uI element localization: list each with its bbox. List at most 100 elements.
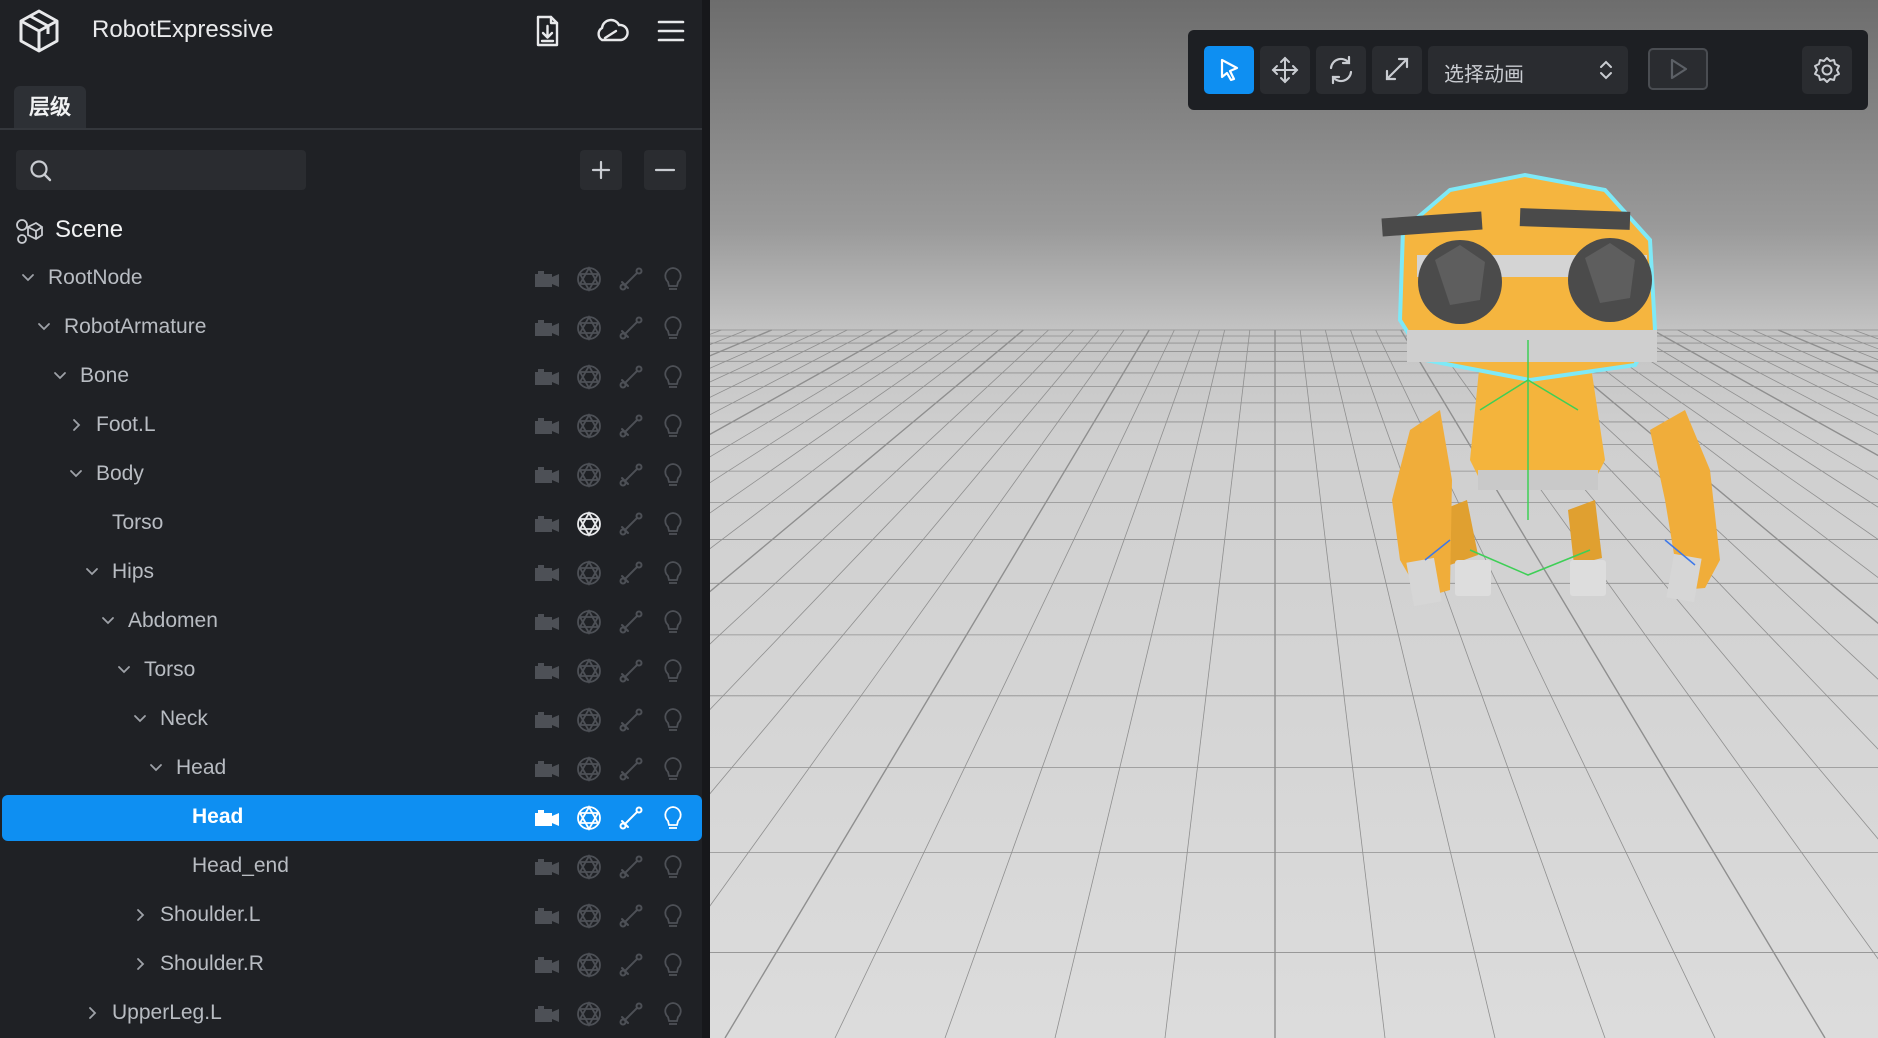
chevron-down-icon[interactable] — [82, 562, 102, 582]
settings-button[interactable] — [1802, 46, 1852, 94]
move-tool-button[interactable] — [1260, 46, 1310, 94]
tree-row[interactable]: Head — [2, 795, 702, 841]
chevron-down-icon[interactable] — [34, 317, 54, 337]
tab-hierarchy[interactable]: 层级 — [14, 86, 86, 128]
bone-icon[interactable] — [616, 951, 646, 979]
tree-row[interactable]: RobotArmature — [2, 305, 702, 351]
light-bulb-icon[interactable] — [658, 461, 688, 489]
bone-icon[interactable] — [616, 902, 646, 930]
bone-icon[interactable] — [616, 461, 646, 489]
mesh-icon[interactable] — [574, 608, 604, 636]
bone-icon[interactable] — [616, 608, 646, 636]
scale-tool-button[interactable] — [1372, 46, 1422, 94]
search-box[interactable] — [16, 150, 306, 190]
3d-viewport[interactable]: 选择动画 — [710, 0, 1878, 1038]
add-node-button[interactable] — [580, 150, 622, 190]
menu-icon[interactable] — [652, 12, 690, 50]
mesh-icon[interactable] — [574, 412, 604, 440]
camera-icon[interactable] — [532, 1000, 562, 1028]
cloud-icon[interactable] — [592, 12, 630, 50]
panel-divider[interactable] — [702, 0, 710, 1038]
play-animation-button[interactable] — [1648, 48, 1708, 90]
camera-icon[interactable] — [532, 314, 562, 342]
select-tool-button[interactable] — [1204, 46, 1254, 94]
chevron-down-icon[interactable] — [114, 660, 134, 680]
tree-row[interactable]: Shoulder.R — [2, 942, 702, 988]
tree-row[interactable]: Head — [2, 746, 702, 792]
bone-icon[interactable] — [616, 755, 646, 783]
light-bulb-icon[interactable] — [658, 706, 688, 734]
camera-icon[interactable] — [532, 608, 562, 636]
mesh-icon[interactable] — [574, 706, 604, 734]
mesh-icon[interactable] — [574, 314, 604, 342]
camera-icon[interactable] — [532, 657, 562, 685]
mesh-icon[interactable] — [574, 902, 604, 930]
tree-row[interactable]: Hips — [2, 550, 702, 596]
light-bulb-icon[interactable] — [658, 755, 688, 783]
tree-row[interactable]: Shoulder.L — [2, 893, 702, 939]
light-bulb-icon[interactable] — [658, 314, 688, 342]
light-bulb-icon[interactable] — [658, 363, 688, 391]
chevron-down-icon[interactable] — [146, 758, 166, 778]
camera-icon[interactable] — [532, 902, 562, 930]
mesh-icon[interactable] — [574, 1000, 604, 1028]
light-bulb-icon[interactable] — [658, 608, 688, 636]
export-file-icon[interactable] — [528, 12, 566, 50]
camera-icon[interactable] — [532, 853, 562, 881]
scene-root[interactable]: Scene — [0, 212, 702, 252]
light-bulb-icon[interactable] — [658, 265, 688, 293]
mesh-icon[interactable] — [574, 363, 604, 391]
mesh-icon[interactable] — [574, 510, 604, 538]
bone-icon[interactable] — [616, 706, 646, 734]
tree-row[interactable]: Neck — [2, 697, 702, 743]
light-bulb-icon[interactable] — [658, 853, 688, 881]
camera-icon[interactable] — [532, 559, 562, 587]
light-bulb-icon[interactable] — [658, 951, 688, 979]
bone-icon[interactable] — [616, 314, 646, 342]
camera-icon[interactable] — [532, 412, 562, 440]
camera-icon[interactable] — [532, 951, 562, 979]
light-bulb-icon[interactable] — [658, 412, 688, 440]
light-bulb-icon[interactable] — [658, 902, 688, 930]
chevron-down-icon[interactable] — [66, 464, 86, 484]
chevron-down-icon[interactable] — [98, 611, 118, 631]
tree-row[interactable]: UpperLeg.L — [2, 991, 702, 1037]
mesh-icon[interactable] — [574, 461, 604, 489]
tree-row[interactable]: RootNode — [2, 256, 702, 302]
bone-icon[interactable] — [616, 559, 646, 587]
bone-icon[interactable] — [616, 510, 646, 538]
chevron-down-icon[interactable] — [130, 709, 150, 729]
tree-row[interactable]: Torso — [2, 501, 702, 547]
bone-icon[interactable] — [616, 265, 646, 293]
tree-row[interactable]: Bone — [2, 354, 702, 400]
mesh-icon[interactable] — [574, 755, 604, 783]
chevron-right-icon[interactable] — [82, 1003, 102, 1023]
tree-row[interactable]: Body — [2, 452, 702, 498]
animation-select[interactable]: 选择动画 — [1428, 46, 1628, 94]
mesh-icon[interactable] — [574, 951, 604, 979]
bone-icon[interactable] — [616, 804, 646, 832]
search-input[interactable] — [64, 154, 298, 188]
chevron-down-icon[interactable] — [50, 366, 70, 386]
tree-row[interactable]: Torso — [2, 648, 702, 694]
camera-icon[interactable] — [532, 755, 562, 783]
bone-icon[interactable] — [616, 412, 646, 440]
bone-icon[interactable] — [616, 1000, 646, 1028]
mesh-icon[interactable] — [574, 657, 604, 685]
chevron-right-icon[interactable] — [130, 905, 150, 925]
rotate-tool-button[interactable] — [1316, 46, 1366, 94]
light-bulb-icon[interactable] — [658, 1000, 688, 1028]
mesh-icon[interactable] — [574, 804, 604, 832]
light-bulb-icon[interactable] — [658, 559, 688, 587]
camera-icon[interactable] — [532, 461, 562, 489]
light-bulb-icon[interactable] — [658, 804, 688, 832]
mesh-icon[interactable] — [574, 853, 604, 881]
tree-row[interactable]: Abdomen — [2, 599, 702, 645]
light-bulb-icon[interactable] — [658, 657, 688, 685]
chevron-right-icon[interactable] — [130, 954, 150, 974]
light-bulb-icon[interactable] — [658, 510, 688, 538]
mesh-icon[interactable] — [574, 265, 604, 293]
tree-row[interactable]: Head_end — [2, 844, 702, 890]
viewport-canvas[interactable] — [710, 0, 1878, 1038]
chevron-right-icon[interactable] — [66, 415, 86, 435]
